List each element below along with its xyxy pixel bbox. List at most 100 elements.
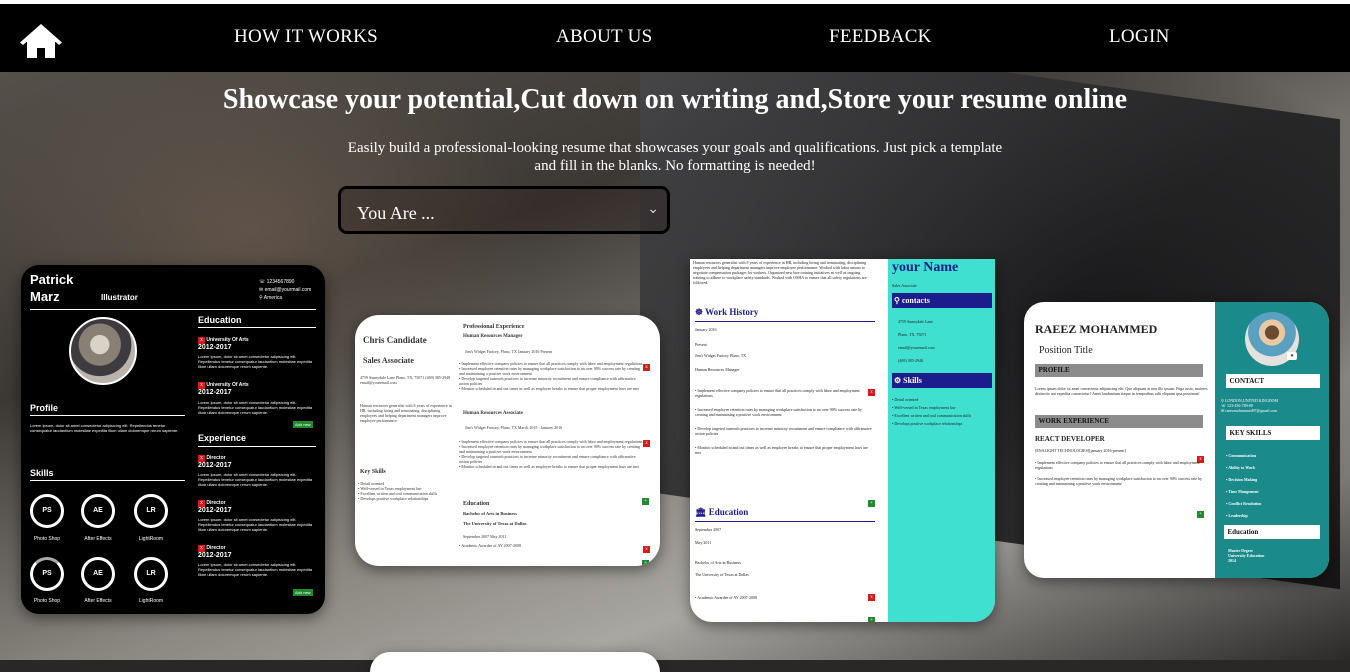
c1-edu-item: x University Of Arts 2012-2017 <box>198 337 249 351</box>
c3-sidebar: your Name Sales Associate ⚲ contacts 475… <box>888 259 995 622</box>
c3-work-divider <box>695 321 875 322</box>
c1-lorem: Lorem Ipsum, dolor sit amet consectetur … <box>198 400 313 415</box>
avatar <box>69 317 137 385</box>
c2-honor: • Academic Awardee of AY 2007-2008 <box>459 543 521 548</box>
template-card-teal[interactable]: RAEEZ MOHAMMED Position Title PROFILE Lo… <box>1024 302 1329 578</box>
nav-how-it-works[interactable]: HOW IT WORKS <box>234 26 378 48</box>
c4-contact: ⚲ LONDON,UNITED KINGDOM ☏ 123-456-789-00… <box>1221 398 1279 413</box>
home-icon[interactable] <box>20 24 62 60</box>
c1-profile-divider <box>30 415 185 416</box>
c1-exp-item: x Director 2012-2017 <box>198 500 232 514</box>
c1-lorem: Lorem Ipsum, dolor sit amet consectetur … <box>198 354 313 369</box>
c1-add-new-button[interactable]: Add new <box>293 421 313 428</box>
skill-ring: AE <box>81 557 115 591</box>
skill-ring: LR <box>134 557 168 591</box>
c1-role: Illustrator <box>101 293 138 302</box>
c3-edu-end: May 2011 <box>695 540 712 545</box>
c3-work-company: Jim's Widget Factory Plano, TX <box>695 353 747 358</box>
user-type-select[interactable]: You Are ... ⌄ <box>338 186 670 234</box>
c2-skills-list: • Detail oriented • Well-versed in Texas… <box>358 481 438 501</box>
c1-lorem: Lorem Ipsum, dolor sit amet consectetur … <box>198 517 313 532</box>
nav-feedback[interactable]: FEEDBACK <box>829 26 932 48</box>
c4-sidebar: ● CONTACT ⚲ LONDON,UNITED KINGDOM ☏ 123-… <box>1215 302 1329 578</box>
c3-degree: Bachelor of Arts in Business <box>695 560 741 565</box>
c4-skills-title: KEY SKILLS <box>1226 426 1320 440</box>
c2-job2: Human Resources Associate <box>463 411 523 416</box>
c1-skills-divider <box>30 480 185 481</box>
hero-subtext: Easily build a professional-looking resu… <box>347 140 1003 174</box>
c4-profile-title: PROFILE <box>1035 364 1203 377</box>
c2-add-icon[interactable]: + <box>642 551 649 566</box>
c2-delete-icon[interactable]: x <box>643 431 650 449</box>
c2-edu-dates: September 2007 May 2011 <box>463 534 507 539</box>
c4-edu: Master Degree University Education 2014 <box>1228 548 1265 563</box>
c4-profile-text: Lorem ipsum dolor sit amet consectetur a… <box>1035 386 1208 396</box>
c2-title: Sales Associate <box>363 356 414 365</box>
hero-headline: Showcase your potential,Cut down on writ… <box>222 84 1128 115</box>
c1-lorem: Lorem Ipsum, dolor sit amet consectetur … <box>198 472 313 487</box>
c4-job: REACT DEVELOPER <box>1035 435 1105 443</box>
c3-edu-title: 🏛 Education <box>695 507 749 517</box>
c1-exp-item: x Director 2012-2017 <box>198 455 232 469</box>
skill-ring: AE <box>81 494 115 528</box>
c1-skills-title: Skills <box>30 468 54 478</box>
c1-edu-item: x University Of Arts 2012-2017 <box>198 382 249 396</box>
c2-school: The University of Texas at Dallas <box>463 521 527 526</box>
c3-edu-divider <box>695 521 875 522</box>
skill-ring: LR <box>134 494 168 528</box>
c2-job1: Human Resources Manager <box>463 334 523 339</box>
template-card-classic[interactable]: Chris Candidate Sales Associate 4759 Sun… <box>355 315 660 566</box>
template-card-dark[interactable]: Patrick Marz Illustrator ☏ 1234567890 ✉ … <box>21 265 325 614</box>
c1-location: ⚲ America <box>259 295 283 301</box>
c3-intro: Human resources generalist with 8 years … <box>693 260 867 285</box>
c2-delete-icon[interactable]: x <box>643 355 650 373</box>
chevron-down-icon: ⌄ <box>647 202 659 217</box>
c3-contacts-title: ⚲ contacts <box>892 293 992 308</box>
c2-job1-meta: Jim's Widget Factory, Plano, TX January … <box>465 349 553 354</box>
navbar: HOW IT WORKS ABOUT US FEEDBACK LOGIN <box>0 4 1350 72</box>
nav-about-us[interactable]: ABOUT US <box>556 26 653 48</box>
c2-job1-bullets: • Implement effective company policies t… <box>459 361 643 391</box>
c1-education-title: Education <box>198 315 242 325</box>
c4-position: Position Title <box>1039 345 1093 356</box>
c1-phone: ☏ 1234567890 <box>259 279 295 285</box>
c4-job-meta: [ENALIGHT TECHNOLOGIES][january 2016-pre… <box>1035 448 1126 453</box>
c2-add-icon[interactable]: + <box>642 489 649 507</box>
c2-job2-bullets: • Implement effective company policies t… <box>459 439 643 469</box>
c3-add-icon[interactable]: + <box>868 608 875 622</box>
c1-exp-divider <box>198 446 316 447</box>
c1-last-name: Marz <box>30 289 60 304</box>
c3-role: Sales Associate <box>892 283 917 288</box>
nav-login[interactable]: LOGIN <box>1109 26 1170 48</box>
c1-email: ✉ email@yourmail.com <box>259 287 312 293</box>
c3-skills: • Detail oriented • Well-versed in Texas… <box>892 397 972 426</box>
c4-add-icon[interactable]: + <box>1197 502 1204 520</box>
c3-add-icon[interactable]: + <box>868 491 875 509</box>
skill-label: After Effects <box>84 536 112 542</box>
c4-bullets: • Implement effective company policies t… <box>1035 460 1203 486</box>
c3-work-role: Human Resources Manager <box>695 367 740 372</box>
c1-profile-text: Lorem Ipsum, dolor sit amet consectetur … <box>30 423 179 433</box>
skill-label: LightRoom <box>138 536 164 542</box>
c1-divider <box>30 309 316 310</box>
c3-edu-start: September 2007 <box>695 527 722 532</box>
c2-skills-title: Key Skills <box>360 469 386 475</box>
skill-label: Photo Shop <box>33 598 61 604</box>
c1-lorem: Lorem Ipsum, dolor sit amet consectetur … <box>198 562 313 577</box>
skill-label: Photo Shop <box>33 536 61 542</box>
c3-name: your Name <box>892 260 959 275</box>
template-card-partial[interactable] <box>370 652 660 672</box>
c2-degree: Bachelor of Arts in Business <box>463 511 517 516</box>
skill-ring: PS <box>30 557 64 591</box>
c1-add-new-button[interactable]: Add new <box>293 589 313 596</box>
c2-address: 4759 Sunnydale Lane Plano, TX, 75071 (46… <box>360 375 451 385</box>
c2-summary: Human resources generalist with 8 years … <box>360 403 452 423</box>
c3-work-date: January 2016 <box>695 327 717 332</box>
skill-ring: PS <box>30 494 64 528</box>
c1-first-name: Patrick <box>30 272 74 287</box>
skill-label: LightRoom <box>138 598 164 604</box>
template-card-aqua[interactable]: Human resources generalist with 8 years … <box>690 259 995 622</box>
c4-skills: • Communication • Ability to Work • Deci… <box>1226 453 1262 518</box>
camera-icon[interactable]: ● <box>1287 352 1297 360</box>
c3-delete-icon[interactable]: x <box>868 585 875 603</box>
